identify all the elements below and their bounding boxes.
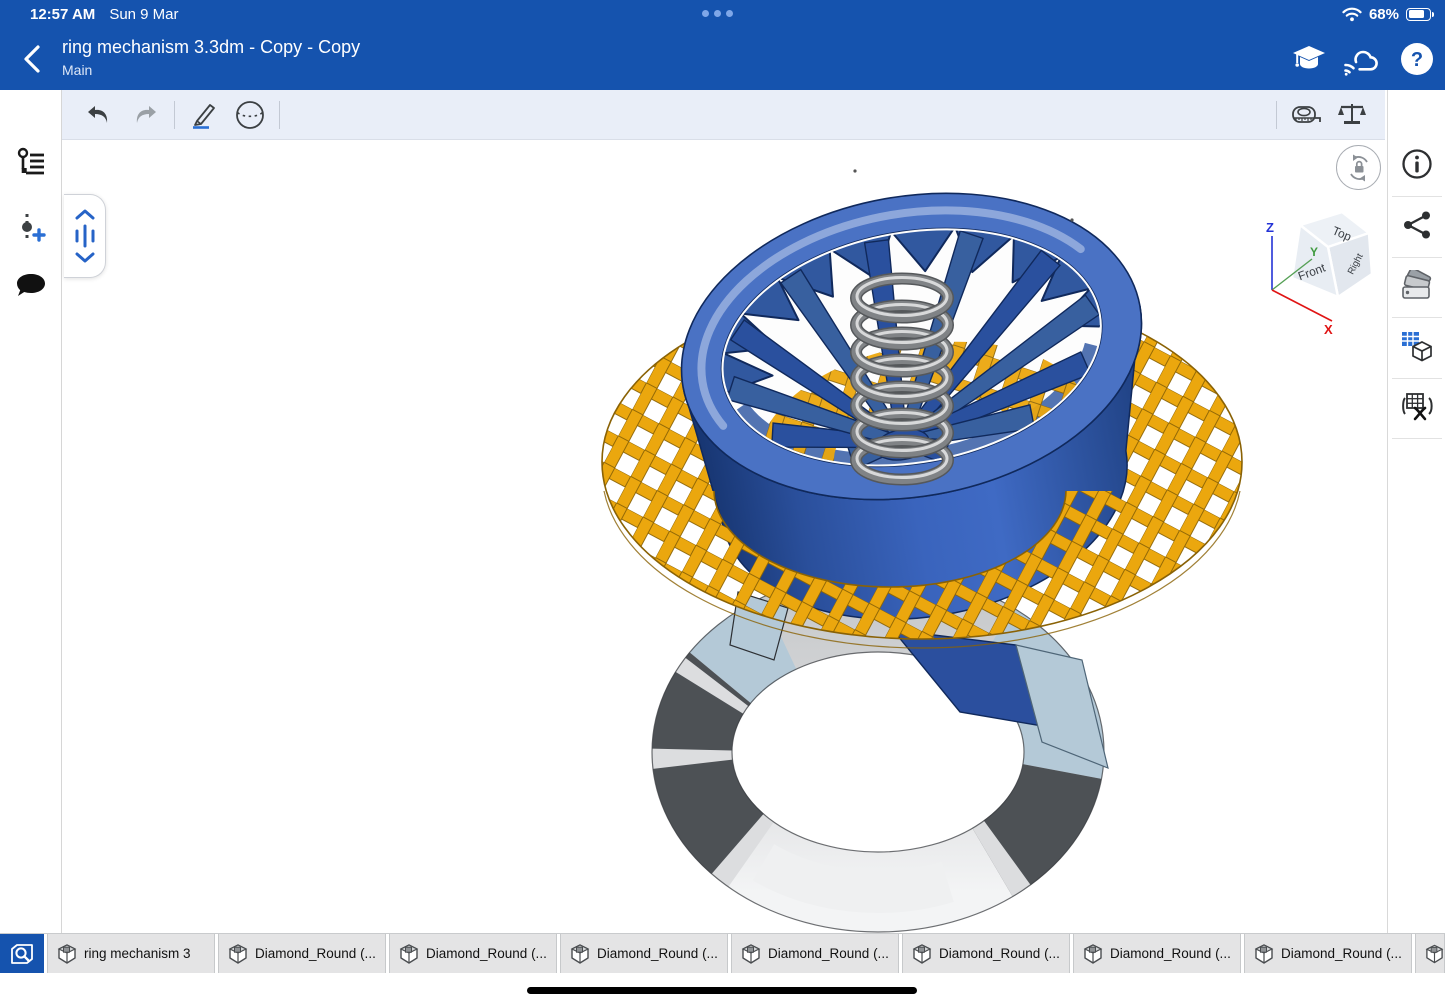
workspace-name: Main <box>62 62 92 78</box>
partstudio-cube-icon <box>399 944 419 964</box>
tab-diamond-round-4[interactable]: Diamond_Round (... <box>731 934 899 973</box>
learning-center-button[interactable] <box>1289 39 1329 79</box>
document-header: ring mechanism 3.3dm - Copy - Copy Main … <box>0 28 1445 90</box>
status-date: Sun 9 Mar <box>109 6 178 23</box>
sketch-tool-button[interactable] <box>181 95 227 135</box>
help-icon: ? <box>1400 42 1434 76</box>
offline-cloud-icon <box>1343 42 1383 76</box>
tab-diamond-round-2[interactable]: Diamond_Round (... <box>389 934 557 973</box>
rotation-lock-button[interactable] <box>1336 145 1381 190</box>
document-title: ring mechanism 3.3dm - Copy - Copy <box>62 37 360 58</box>
left-panel-rail <box>0 90 62 933</box>
chevron-down-icon <box>74 252 96 264</box>
feature-list-button[interactable] <box>0 147 62 177</box>
partstudio-cube-icon <box>912 944 932 964</box>
axis-x-label: X <box>1324 322 1333 337</box>
tab-diamond-round-3[interactable]: Diamond_Round (... <box>560 934 728 973</box>
chevron-up-icon <box>74 208 96 220</box>
measure-tape-icon <box>1290 101 1322 129</box>
configurations-button[interactable] <box>1388 330 1445 364</box>
configurations-icon <box>1400 330 1434 364</box>
share-icon <box>1402 210 1432 240</box>
info-icon <box>1401 148 1433 180</box>
share-button[interactable] <box>1388 210 1445 240</box>
tab-diamond-round-6[interactable]: Diamond_Round (... <box>1073 934 1241 973</box>
comments-button[interactable] <box>0 272 62 300</box>
wifi-icon <box>1342 7 1362 22</box>
ring-mechanism-model[interactable] <box>62 140 1387 933</box>
axis-y-label: Y <box>1310 245 1318 259</box>
appearance-swatches-icon <box>1400 270 1434 302</box>
balance-scale-icon <box>1337 101 1367 129</box>
back-chevron-icon[interactable] <box>18 42 48 76</box>
sphere-tool-icon <box>234 99 266 131</box>
variables-icon <box>1399 390 1435 422</box>
partstudio-cube-icon <box>1083 944 1103 964</box>
tab-diamond-round-5[interactable]: Diamond_Round (... <box>902 934 1070 973</box>
partstudio-cube-icon <box>1425 944 1444 964</box>
help-button[interactable]: ? <box>1397 39 1437 79</box>
axis-z-label: Z <box>1266 220 1274 235</box>
rollback-bars-icon <box>72 223 98 249</box>
status-time: 12:57 AM <box>30 6 95 23</box>
multitask-dots-icon[interactable] <box>702 10 733 17</box>
svg-text:?: ? <box>1411 49 1423 71</box>
undo-button[interactable] <box>76 95 122 135</box>
search-tabs-icon <box>9 942 35 966</box>
tab-partial[interactable] <box>1415 934 1445 973</box>
variables-button[interactable] <box>1388 390 1445 422</box>
graphics-canvas[interactable] <box>62 140 1387 933</box>
partstudio-cube-icon <box>741 944 761 964</box>
partstudio-cube-icon <box>228 944 248 964</box>
appearance-button[interactable] <box>1388 270 1445 302</box>
right-panel-rail <box>1387 90 1445 933</box>
ios-status-bar: 12:57 AM Sun 9 Mar 68% <box>0 0 1445 28</box>
info-button[interactable] <box>1388 148 1445 180</box>
partstudio-cube-icon <box>57 944 77 964</box>
modeling-toolbar <box>62 90 1385 140</box>
tab-diamond-round-7[interactable]: Diamond_Round (... <box>1244 934 1412 973</box>
undo-icon <box>85 103 113 127</box>
feature-scrubber-handle[interactable] <box>64 194 106 278</box>
tab-search-button[interactable] <box>0 934 44 973</box>
document-tab-bar: ring mechanism 3 Diamond_Round (... Diam… <box>0 933 1445 973</box>
sphere-tool-button[interactable] <box>227 95 273 135</box>
partstudio-cube-icon <box>1254 944 1274 964</box>
insert-feature-icon <box>16 212 46 244</box>
home-indicator[interactable] <box>527 987 917 994</box>
mass-properties-button[interactable] <box>1329 95 1375 135</box>
insert-feature-button[interactable] <box>0 212 62 244</box>
redo-button[interactable] <box>122 95 168 135</box>
comment-icon <box>15 272 47 300</box>
redo-icon <box>131 103 159 127</box>
tab-ring-mechanism[interactable]: ring mechanism 3 <box>47 934 215 973</box>
offline-sync-button[interactable] <box>1343 39 1383 79</box>
tab-diamond-round-1[interactable]: Diamond_Round (... <box>218 934 386 973</box>
sketch-pencil-icon <box>189 100 219 130</box>
partstudio-cube-icon <box>570 944 590 964</box>
battery-icon <box>1406 8 1431 21</box>
measure-button[interactable] <box>1283 95 1329 135</box>
feature-list-icon <box>16 147 46 177</box>
view-cube[interactable]: Top Front Right Z Y X <box>1258 198 1386 340</box>
battery-percent: 68% <box>1369 6 1399 23</box>
onshape-ipad-app: 12:57 AM Sun 9 Mar 68% ring mechanism 3.… <box>0 0 1445 1004</box>
graduation-cap-icon <box>1292 44 1326 74</box>
rotation-lock-icon <box>1344 153 1374 183</box>
